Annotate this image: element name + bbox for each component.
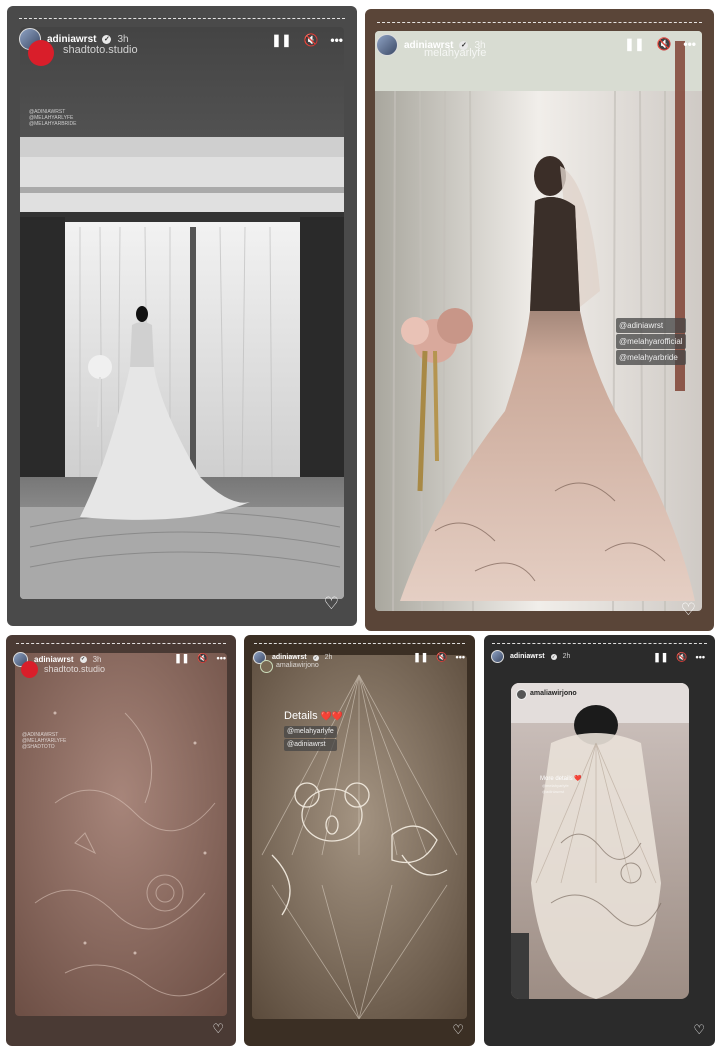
tag[interactable]: @SHADTOTO (22, 744, 66, 750)
pause-icon[interactable]: ❚❚ (174, 653, 189, 664)
more-icon[interactable]: ••• (683, 37, 696, 51)
story-5-avatar[interactable] (491, 650, 504, 663)
verified-icon: ✓ (312, 654, 319, 661)
story-5-header: adiniawrst ✓ 2h (491, 650, 570, 663)
story-4-time: 2h (324, 654, 333, 661)
story-1-time: 3h (117, 33, 129, 45)
story-3-progress-bar (16, 643, 226, 645)
tag[interactable]: @adiniawrst (284, 739, 337, 751)
pause-icon[interactable]: ❚❚ (624, 37, 644, 51)
story-1-tags[interactable]: @ADINIAWRST @MELAHYARLYFE @MELAHYARBRIDE (29, 109, 77, 127)
story-3-time: 3h (92, 655, 102, 664)
story-5-embedded-avatar[interactable] (516, 689, 527, 700)
story-2-controls: ❚❚ 🔇 ••• (624, 37, 696, 51)
story-3-photo (15, 653, 227, 1016)
story-2-progress-bar (377, 22, 702, 24)
more-icon[interactable]: ••• (456, 652, 465, 663)
story-card-3[interactable]: adiniawrst ✓ 3h shadtoto.studio ❚❚ 🔇 •••… (6, 635, 236, 1046)
pause-icon[interactable]: ❚❚ (653, 652, 668, 663)
pause-icon[interactable]: ❚❚ (413, 652, 428, 663)
story-5-progress-bar (492, 643, 707, 645)
lace-detail-image (15, 653, 227, 1016)
story-5-controls: ❚❚ 🔇 ••• (653, 652, 705, 663)
caption-emoji: ❤️❤️ (320, 711, 344, 721)
caption-text: Details (284, 710, 318, 722)
story-4-username[interactable]: adiniawrst (272, 654, 307, 661)
mute-icon[interactable]: 🔇 (676, 652, 687, 663)
story-1-avatar-badge (28, 40, 54, 66)
story-4-progress-bar (254, 643, 465, 645)
story-5-username[interactable]: adiniawrst (510, 653, 545, 660)
tag[interactable]: @MELAHYARBRIDE (29, 121, 77, 127)
heart-icon[interactable]: ♡ (681, 600, 696, 620)
heart-icon[interactable]: ♡ (212, 1021, 224, 1037)
caption-text: More details (540, 776, 573, 782)
story-5-embedded-user[interactable]: amaliawirjono (530, 690, 577, 697)
tag[interactable]: @adiniawrst (542, 789, 569, 795)
more-icon[interactable]: ••• (217, 653, 226, 664)
story-2-subtitle[interactable]: melahyarlyfe (424, 47, 486, 59)
heart-icon[interactable]: ♡ (693, 1022, 705, 1038)
back-lace-image (511, 683, 689, 999)
story-2-avatar[interactable] (376, 34, 398, 56)
story-3-subtitle[interactable]: shadtoto.studio (44, 664, 105, 674)
caption-emoji: ❤️ (574, 776, 582, 782)
story-3-controls: ❚❚ 🔇 ••• (174, 653, 226, 664)
pause-icon[interactable]: ❚❚ (271, 33, 291, 47)
story-3-tags[interactable]: @ADINIAWRST @MELAHYARLYFE @SHADTOTO (22, 732, 66, 750)
story-4-tags: @melahyarlyfe @adiniawrst (284, 726, 337, 751)
story-4-subtitle[interactable]: amaliawirjono (276, 662, 319, 669)
story-4-avatar-sub (260, 660, 273, 673)
verified-icon: ✓ (79, 656, 87, 663)
story-1-progress-bar (19, 18, 345, 20)
tag[interactable]: @adiniawrst (616, 318, 686, 333)
tag[interactable]: @melahyarbride (616, 350, 686, 365)
story-5-caption: More details ❤️ (540, 775, 582, 782)
story-card-1[interactable]: adiniawrst ✓ 3h shadtoto.studio ❚❚ 🔇 •••… (7, 6, 357, 626)
more-icon[interactable]: ••• (696, 652, 705, 663)
story-3-username[interactable]: adiniawrst (34, 655, 74, 664)
verified-icon: ✓ (550, 653, 557, 660)
heart-icon[interactable]: ♡ (324, 594, 339, 614)
tag[interactable]: @melahyarofficial (616, 334, 686, 349)
mute-icon[interactable]: 🔇 (436, 652, 447, 663)
story-1-controls: ❚❚ 🔇 ••• (271, 33, 343, 47)
story-1-subtitle[interactable]: shadtoto.studio (63, 44, 138, 56)
mute-icon[interactable]: 🔇 (197, 653, 208, 664)
heart-icon[interactable]: ♡ (452, 1022, 464, 1038)
verified-icon: ✓ (102, 34, 112, 44)
mute-icon[interactable]: 🔇 (656, 37, 671, 51)
story-4-caption: Details ❤️❤️ (284, 710, 343, 722)
story-card-4[interactable]: adiniawrst ✓ 2h amaliawirjono ❚❚ 🔇 ••• D… (244, 635, 475, 1046)
story-1-username[interactable]: adiniawrst (47, 34, 96, 45)
tag[interactable]: @melahyarlyfe (284, 726, 337, 738)
more-icon[interactable]: ••• (330, 33, 343, 47)
story-5-embedded-post[interactable] (511, 683, 689, 999)
story-5-tags: @melahyarlyfe @adiniawrst (542, 783, 569, 795)
story-card-5[interactable]: adiniawrst ✓ 2h ❚❚ 🔇 ••• amaliawirjono M… (484, 635, 715, 1046)
story-card-2[interactable]: adiniawrst ✓ 3h melahyarlyfe ❚❚ 🔇 ••• @a… (365, 9, 714, 631)
mute-icon[interactable]: 🔇 (303, 33, 318, 47)
story-4-controls: ❚❚ 🔇 ••• (413, 652, 465, 663)
story-3-avatar-badge (21, 661, 38, 678)
story-5-time: 2h (562, 653, 571, 660)
story-2-tags: @adiniawrst @melahyarofficial @melahyarb… (616, 318, 686, 365)
